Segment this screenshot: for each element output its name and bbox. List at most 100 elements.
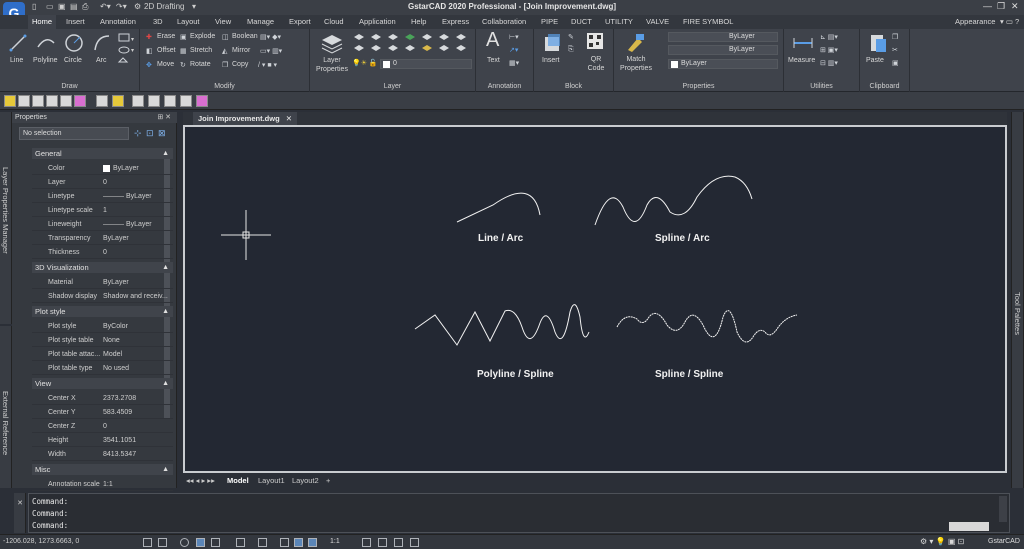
polyline-spline-shape[interactable] (414, 304, 590, 346)
property-value[interactable]: ——— ByLayer (103, 190, 173, 203)
boolean-button[interactable]: Boolean (232, 33, 258, 40)
tab-application[interactable]: Application (359, 17, 396, 26)
command-horizontal-scrollbar[interactable] (949, 522, 989, 531)
property-row[interactable]: Center X 2373.2708 (32, 392, 173, 405)
utility-icons-3[interactable]: ⊟ ▥▾ (820, 59, 838, 67)
lwt-icon[interactable] (280, 538, 289, 547)
property-value[interactable]: 1:1 (103, 478, 173, 491)
layer-dropdown[interactable]: 0 (380, 59, 472, 69)
tab-model[interactable]: Model (227, 476, 249, 485)
annotation-panel-title[interactable]: Annotation (476, 83, 533, 90)
polyline-icon[interactable] (36, 33, 56, 53)
document-tab[interactable]: Join Improvement.dwg ✕ (193, 112, 298, 125)
layer-properties-button[interactable]: Layer Properties (315, 56, 349, 74)
toolbar-icon-6[interactable] (74, 95, 86, 107)
collapse-icon[interactable]: ▲ (162, 378, 169, 389)
workspace-switch-icon[interactable] (378, 538, 387, 547)
property-value[interactable]: 583.4509 (103, 406, 173, 419)
property-section-header[interactable]: View ▲ (32, 378, 173, 389)
minimize-icon[interactable]: — (983, 1, 992, 11)
spline-spline-shape[interactable] (616, 310, 798, 343)
mirror-button[interactable]: Mirror (232, 47, 250, 54)
arc-icon[interactable] (92, 33, 112, 53)
block-panel-title[interactable]: Block (534, 83, 613, 90)
property-row[interactable]: Annotation scale 1:1 (32, 478, 173, 491)
block-create-icon[interactable]: ✎ (568, 33, 574, 41)
pickadd-icon[interactable]: ⊠ (158, 128, 166, 139)
property-section-header[interactable]: Misc ▲ (32, 464, 173, 475)
match-properties-button[interactable]: Match Properties (618, 55, 654, 73)
command-input[interactable]: Command: (32, 521, 68, 530)
tab-annotation[interactable]: Annotation (100, 17, 136, 26)
property-row[interactable]: Height 3541.1051 (32, 434, 173, 447)
property-section-header[interactable]: General ▲ (32, 148, 173, 159)
property-value[interactable]: 2373.2708 (103, 392, 173, 405)
property-row[interactable]: Linetype ——— ByLayer (32, 190, 173, 203)
property-row[interactable]: Lineweight ——— ByLayer (32, 218, 173, 231)
select-objects-icon[interactable]: ⊡ (146, 128, 154, 139)
modify-extra-icons-2[interactable]: ▭▾ ▥▾ (260, 47, 282, 55)
paste-button[interactable]: Paste (866, 57, 884, 64)
property-value[interactable]: None (103, 334, 173, 347)
toolbar-icon-2[interactable] (18, 95, 30, 107)
external-reference-side-tab[interactable]: External Reference (0, 326, 12, 488)
tab-utility[interactable]: UTILITY (605, 17, 633, 26)
property-row[interactable]: Material ByLayer (32, 276, 173, 289)
otrack-icon[interactable] (236, 538, 245, 547)
tab-3d[interactable]: 3D (153, 17, 163, 26)
measure-button[interactable]: Measure (788, 57, 815, 64)
property-row[interactable]: Center Y 583.4509 (32, 406, 173, 419)
annotation-scale[interactable]: 1:1 (330, 538, 340, 545)
property-value[interactable]: No used (103, 362, 173, 375)
quick-select-icon[interactable]: ⊹ (134, 128, 142, 139)
command-window-grip[interactable]: ✕ (14, 493, 26, 533)
toolbar-icon-7[interactable] (96, 95, 108, 107)
utility-icons[interactable]: ⊾ ▤▾ (820, 33, 838, 41)
property-row[interactable]: Plot table attac... Model (32, 348, 173, 361)
document-tab-close-icon[interactable]: ✕ (286, 114, 292, 123)
toolbar-icon-9[interactable] (132, 95, 144, 107)
property-row[interactable]: Shadow display Shadow and receiv... (32, 290, 173, 303)
tab-fire-symbol[interactable]: FIRE SYMBOL (683, 17, 733, 26)
collapse-icon[interactable]: ▲ (162, 464, 169, 475)
selection-dropdown[interactable]: No selection (19, 127, 129, 140)
tab-home[interactable]: Home (28, 15, 57, 29)
tool-palettes-side-tab[interactable]: Tool Palettes (1011, 112, 1024, 488)
modify-panel-title[interactable]: Modify (140, 83, 309, 90)
command-scrollbar[interactable] (999, 496, 1007, 522)
property-value[interactable]: 0 (103, 176, 173, 189)
property-value[interactable]: ByLayer (113, 162, 183, 175)
property-value[interactable]: 3541.1051 (103, 434, 173, 447)
restore-icon[interactable]: ❐ (997, 1, 1005, 12)
property-row[interactable]: Plot style ByColor (32, 320, 173, 333)
copy-button[interactable]: Copy (232, 61, 248, 68)
property-value[interactable]: ByLayer (103, 232, 173, 245)
ribbon-minimize-icon[interactable]: ▾ ▭ ? (1000, 17, 1019, 26)
rotate-button[interactable]: Rotate (190, 61, 211, 68)
explode-button[interactable]: Explode (190, 33, 215, 40)
tab-layout1[interactable]: Layout1 (258, 476, 285, 485)
tpy-icon[interactable] (294, 538, 303, 547)
leader-icon[interactable]: ↗▾ (509, 46, 518, 54)
cut-icon[interactable]: ✂ (892, 46, 898, 54)
dyn-icon[interactable] (258, 538, 267, 547)
snap-icon[interactable] (158, 538, 167, 547)
measure-icon[interactable] (792, 32, 814, 54)
layer-properties-icon[interactable] (320, 32, 344, 54)
collapse-icon[interactable]: ▲ (162, 148, 169, 159)
lock-ui-icon[interactable] (394, 538, 403, 547)
tab-valve[interactable]: VALVE (646, 17, 669, 26)
tab-help[interactable]: Help (411, 17, 426, 26)
command-window-close-icon[interactable]: ✕ (15, 499, 23, 507)
offset-button[interactable]: Offset (157, 47, 176, 54)
move-button[interactable]: Move (157, 61, 174, 68)
tab-insert[interactable]: Insert (66, 17, 85, 26)
appearance-menu[interactable]: Appearance (955, 17, 995, 26)
tab-duct[interactable]: DUCT (571, 17, 592, 26)
table-icon[interactable]: ▦▾ (509, 59, 519, 67)
toolbar-icon-8[interactable] (112, 95, 124, 107)
command-window[interactable]: Command: Command: Command: (28, 493, 1010, 533)
stretch-button[interactable]: Stretch (190, 47, 212, 54)
tab-manage[interactable]: Manage (247, 17, 274, 26)
match-properties-icon[interactable] (624, 32, 646, 54)
